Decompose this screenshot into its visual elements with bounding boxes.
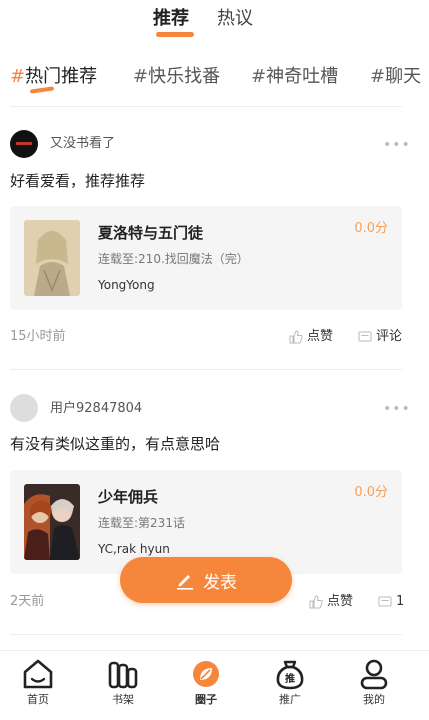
- category-bar: #热门推荐 #快乐找番 #神奇吐槽 #聊天: [10, 64, 429, 94]
- book-title: 夏洛特与五门徒: [98, 224, 204, 242]
- post-text: 有没有类似这重的，有点意思哈: [10, 435, 221, 453]
- hash-symbol: #: [133, 66, 149, 87]
- circle-leaf-icon: [193, 661, 219, 687]
- category-chat[interactable]: #聊天: [370, 64, 421, 90]
- hash-symbol: #: [10, 66, 26, 87]
- nav-label: 书架: [112, 693, 134, 706]
- comment-count: 1: [396, 594, 405, 609]
- promote-bag-icon: 推: [276, 660, 304, 690]
- post-time: 2天前: [10, 594, 45, 609]
- comment-label: 评论: [376, 329, 403, 344]
- category-complain[interactable]: #神奇吐槽: [251, 64, 338, 90]
- publish-button[interactable]: 发表: [120, 557, 292, 603]
- nav-home[interactable]: 首页: [8, 657, 68, 717]
- username[interactable]: 用户92847804: [50, 400, 142, 418]
- home-icon: [23, 659, 53, 689]
- category-label: 热门推荐: [25, 66, 98, 87]
- book-score: 0.0分: [354, 485, 388, 500]
- bottom-nav: 首页 书架 圈子 推 推广 我的: [0, 650, 429, 720]
- like-label: 点赞: [327, 594, 354, 609]
- divider: [10, 106, 402, 107]
- tab-recommend[interactable]: 推荐: [153, 6, 189, 32]
- book-score: 0.0分: [354, 221, 388, 236]
- nav-profile[interactable]: 我的: [344, 657, 404, 717]
- post-time: 15小时前: [10, 329, 66, 344]
- like-button[interactable]: 点赞: [309, 593, 353, 611]
- category-label: 快乐找番: [148, 66, 221, 87]
- nav-promote[interactable]: 推 推广: [260, 657, 320, 717]
- book-card[interactable]: 夏洛特与五门徒 连载至:210.找回魔法（完） YongYong 0.0分: [10, 206, 402, 310]
- nav-label: 我的: [363, 693, 385, 706]
- hash-symbol: #: [370, 66, 386, 87]
- pen-icon: [177, 575, 193, 590]
- nav-circle[interactable]: 圈子: [176, 657, 236, 717]
- comment-icon: [378, 596, 392, 607]
- category-hot-recommend[interactable]: #热门推荐: [10, 64, 97, 90]
- username[interactable]: 又没书看了: [50, 135, 115, 153]
- category-happy-find[interactable]: #快乐找番: [133, 64, 220, 90]
- avatar[interactable]: [10, 130, 38, 158]
- avatar[interactable]: [10, 394, 38, 422]
- category-label: 聊天: [385, 66, 422, 87]
- comment-icon: [358, 331, 372, 342]
- active-tab-indicator: [156, 32, 194, 37]
- tab-hot-discussion[interactable]: 热议: [217, 6, 253, 32]
- more-options-icon[interactable]: •••: [383, 138, 411, 152]
- thumbs-up-icon: [309, 595, 323, 609]
- more-options-icon[interactable]: •••: [383, 402, 411, 416]
- hash-symbol: #: [251, 66, 267, 87]
- like-label: 点赞: [307, 329, 334, 344]
- nav-label: 推广: [279, 693, 301, 706]
- bookshelf-icon: [108, 661, 138, 689]
- top-tab-bar: 推荐 热议: [0, 6, 429, 38]
- category-label: 神奇吐槽: [266, 66, 339, 87]
- book-episode: 连载至:210.找回魔法（完）: [98, 252, 249, 266]
- post-text: 好看爱看，推荐推荐: [10, 172, 146, 190]
- divider: [10, 634, 402, 635]
- svg-text:推: 推: [285, 672, 295, 685]
- thumbs-up-icon: [289, 330, 303, 344]
- publish-label: 发表: [203, 572, 237, 593]
- book-author: YongYong: [98, 278, 155, 292]
- book-title: 少年佣兵: [98, 488, 159, 506]
- app-screen: 推荐 热议 #热门推荐 #快乐找番 #神奇吐槽 #聊天 又没书看了 ••• 好看…: [0, 0, 429, 720]
- nav-bookshelf[interactable]: 书架: [93, 657, 153, 717]
- profile-icon: [360, 659, 388, 690]
- nav-label: 首页: [27, 693, 49, 706]
- like-button[interactable]: 点赞: [289, 328, 333, 346]
- comment-button[interactable]: 1: [378, 593, 404, 611]
- nav-label: 圈子: [195, 693, 217, 706]
- book-author: YC,rak hyun: [98, 542, 170, 556]
- book-episode: 连载至:第231话: [98, 516, 185, 530]
- comment-button[interactable]: 评论: [358, 328, 402, 346]
- divider: [10, 369, 402, 370]
- book-cover[interactable]: [24, 220, 80, 296]
- book-cover[interactable]: [24, 484, 80, 560]
